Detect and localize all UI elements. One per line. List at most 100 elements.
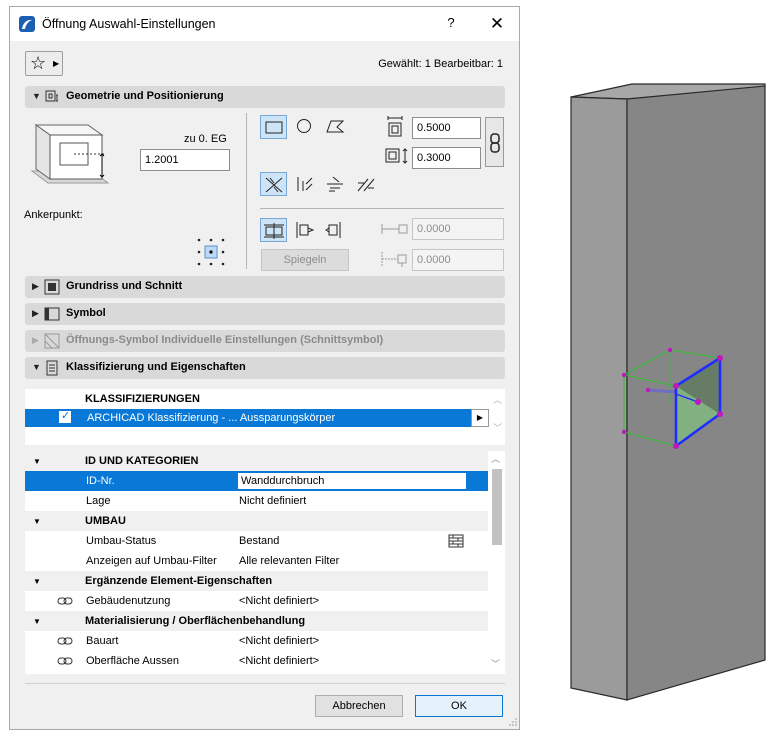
property-value: Bestand [239,535,280,547]
section-floorplan[interactable]: ▶ Grundriss und Schnitt [25,276,505,298]
property-row[interactable]: Anzeigen auf Umbau-Filter Alle relevante… [25,551,488,571]
section-opening-symbol[interactable]: ▶ Öffnungs-Symbol Individuelle Einstellu… [25,330,505,352]
story-label: zu 0. EG [184,133,227,145]
property-group-row[interactable]: ▼ Materialisierung / Oberflächenbehandlu… [25,611,488,631]
property-value-input[interactable]: Wanddurchbruch [237,472,467,490]
property-group-row[interactable]: ▼ ID UND KATEGORIEN [25,451,488,471]
orientation-free-button[interactable] [353,172,380,196]
property-value: <Nicht definiert> [239,655,320,667]
slant-free-icon [357,178,375,192]
property-name: Lage [86,495,111,507]
classification-panel: KLASSIFIZIERUNGEN ✓ ARCHICAD Klassifizie… [25,389,505,445]
property-row[interactable]: Lage Nicht definiert [25,491,488,511]
property-group-name: Ergänzende Element-Eigenschaften [85,575,273,587]
rectangle-shape-button[interactable] [260,115,287,139]
property-row[interactable]: Gebäudenutzung <Nicht definiert> [25,591,488,611]
property-row[interactable]: Bauart <Nicht definiert> [25,631,488,651]
placement-center-button[interactable] [260,218,287,242]
favorites-button[interactable]: ☆ ▶ [25,51,63,76]
property-group-row[interactable]: ▼ Ergänzende Element-Eigenschaften [25,571,488,591]
anchor-label: Ankerpunkt: [24,209,83,221]
property-group-name: ID UND KATEGORIEN [85,455,199,467]
rectangle-icon [265,121,283,134]
close-button[interactable]: ✕ [486,13,508,35]
chevron-down-icon: ▼ [33,457,41,466]
chevron-right-icon: ▶ [32,281,39,291]
floorplan-icon [44,279,60,295]
classification-header: KLASSIFIZIERUNGEN [85,393,200,405]
geometry-icon [45,90,58,102]
star-icon: ☆ [30,53,47,73]
chevron-right-icon: ▶ [32,308,39,318]
elevation-input[interactable]: 1.2001 [140,149,230,171]
slant-both-icon [265,177,283,193]
classification-expand-button[interactable]: ▶ [471,409,489,427]
offset-horizontal-input[interactable]: 0.0000 [412,218,504,240]
link-icon [57,657,73,665]
circle-shape-button[interactable] [291,115,318,139]
orientation-both-button[interactable] [260,172,287,196]
property-value: <Nicht definiert> [239,635,320,647]
footer-divider [25,683,505,684]
opening-symbol-icon [44,333,60,349]
checkmark-icon: ✓ [61,410,71,422]
offset-vertical-input[interactable]: 0.0000 [412,249,504,271]
classification-row[interactable]: ✓ ARCHICAD Klassifizierung - ... Ausspar… [25,409,471,427]
chevron-right-icon: ▶ [53,59,60,68]
chain-link-icon [490,133,500,153]
section-geometry[interactable]: ▼ Geometrie und Positionierung [25,86,505,108]
renovation-icon [448,534,464,548]
link-proportions-button[interactable] [485,117,504,167]
geometry-hdivider [260,208,504,209]
orientation-horizontal-button[interactable] [322,172,349,196]
property-value: Alle relevanten Filter [239,555,340,567]
cancel-button[interactable]: Abbrechen [315,695,403,717]
slant-horizontal-icon [327,176,343,192]
property-row[interactable]: ID-Nr. Wanddurchbruch [25,471,488,491]
ok-button[interactable]: OK [415,695,503,717]
mirror-button[interactable]: Spiegeln [261,249,349,271]
section-floorplan-label: Grundriss und Schnitt [66,280,183,292]
scroll-down-icon[interactable]: ﹀ [493,421,502,434]
scroll-up-icon[interactable]: ︿ [491,452,500,465]
section-classification[interactable]: ▼ Klassifizierung und Eigenschaften [25,357,505,379]
width-icon [387,116,403,137]
property-row[interactable]: Oberfläche Aussen <Nicht definiert> [25,651,488,671]
opening-preview-icon [30,124,110,184]
property-group-name: Materialisierung / Oberflächenbehandlung [85,615,306,627]
slant-vertical-icon [297,177,313,191]
section-opening-symbol-label: Öffnungs-Symbol Individuelle Einstellung… [66,334,384,346]
link-icon [57,637,73,645]
anchor-point-selector[interactable] [196,237,226,267]
width-input[interactable]: 0.5000 [412,117,481,139]
property-group-row[interactable]: ▼ UMBAU [25,511,488,531]
properties-scrollbar-thumb[interactable] [492,469,502,545]
resize-grip-icon[interactable] [508,717,518,727]
property-row[interactable]: Umbau-Status Bestand [25,531,488,551]
placement-other-side-button[interactable] [322,218,349,242]
property-value: <Nicht definiert> [239,595,320,607]
link-icon [57,597,73,605]
placement-side-button[interactable] [291,218,318,242]
section-symbol-label: Symbol [66,307,106,319]
scroll-up-icon[interactable]: ︿ [493,393,502,406]
chevron-down-icon: ▼ [32,91,41,101]
classification-checkbox[interactable]: ✓ [59,410,71,423]
chevron-down-icon: ▼ [33,577,41,586]
offset-horizontal-icon [381,224,408,234]
orientation-vertical-button[interactable] [291,172,318,196]
polygon-shape-button[interactable] [322,115,349,139]
section-symbol[interactable]: ▶ Symbol [25,303,505,325]
symbol-icon [44,307,60,321]
classification-icon [46,360,58,376]
help-button[interactable]: ? [442,15,460,33]
circle-icon [297,119,311,133]
polygon-icon [326,120,345,133]
geometry-divider [246,113,247,269]
height-input[interactable]: 0.3000 [412,147,481,169]
chevron-down-icon: ▼ [33,517,41,526]
scroll-down-icon[interactable]: ﹀ [491,657,500,670]
property-group-name: UMBAU [85,515,126,527]
window-title: Öffnung Auswahl-Einstellungen [42,17,216,31]
section-classification-label: Klassifizierung und Eigenschaften [66,361,246,373]
